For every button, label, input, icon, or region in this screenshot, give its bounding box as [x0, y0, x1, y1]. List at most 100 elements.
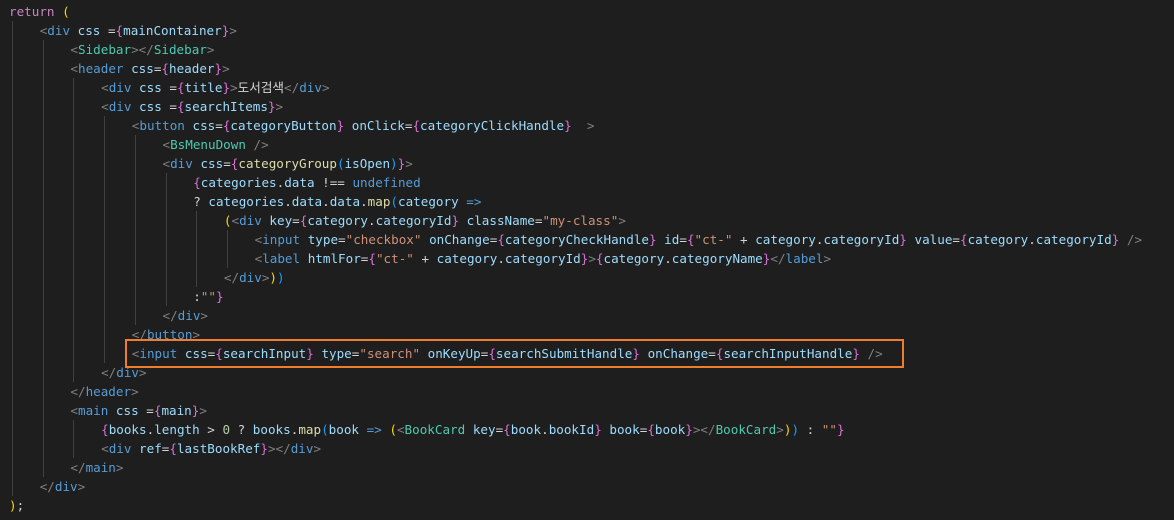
code-token: main — [161, 403, 192, 418]
code-token: : — [799, 422, 822, 437]
code-token: ></ — [267, 441, 291, 456]
code-token: label — [262, 251, 301, 266]
code-line: (<div key={category.categoryId} classNam… — [224, 211, 626, 230]
code-token: categories — [200, 175, 277, 190]
code-token: } — [685, 422, 693, 437]
code-token: css — [192, 118, 216, 133]
code-token: books — [108, 422, 147, 437]
code-token: 도서검색 — [237, 80, 285, 95]
code-token: categoryId — [504, 251, 581, 266]
code-token: div — [108, 441, 132, 456]
highlight-box — [125, 339, 904, 368]
code-token: onChange — [429, 232, 490, 247]
code-token: type — [307, 232, 339, 247]
code-token: BsMenuDown — [170, 137, 246, 152]
code-editor[interactable]: return (<div css ={mainContainer}> <Sideb… — [0, 0, 1174, 520]
code-token: < — [396, 422, 405, 437]
code-line: <div css ={searchItems}> — [101, 97, 283, 116]
code-line: <button css={categoryButton} onClick={ca… — [132, 116, 595, 135]
code-token: ) — [9, 498, 17, 513]
code-token: key — [472, 422, 496, 437]
code-token: < — [70, 61, 78, 76]
code-line: return ( — [9, 2, 70, 21]
code-token: < — [70, 42, 78, 57]
code-token: < — [101, 80, 109, 95]
code-token: id — [664, 232, 680, 247]
code-token: = — [679, 232, 687, 247]
code-token: } — [594, 422, 602, 437]
code-token: } — [564, 118, 572, 133]
code-token: { — [686, 232, 695, 247]
code-token: header — [169, 61, 215, 76]
code-token: div — [239, 270, 262, 285]
code-token: . — [360, 194, 368, 209]
code-token: = — [100, 23, 116, 38]
code-token: ) — [791, 422, 800, 437]
code-token: css — [131, 61, 154, 76]
code-token: + — [732, 232, 756, 247]
code-token: category — [307, 213, 369, 228]
code-token: button — [139, 118, 185, 133]
code-token: category — [398, 194, 459, 209]
code-token: < — [101, 99, 109, 114]
code-token: } — [215, 289, 224, 304]
code-token: > — [229, 23, 237, 38]
code-token: div — [108, 99, 132, 114]
code-token: ( — [390, 194, 398, 209]
code-token: < — [101, 441, 109, 456]
code-token: css — [139, 80, 162, 95]
code-token: categoryId — [375, 213, 452, 228]
code-token: div — [290, 441, 314, 456]
code-token: ( — [389, 422, 397, 437]
code-token: header — [77, 61, 124, 76]
code-token: main — [85, 460, 116, 475]
code-token: category — [755, 232, 816, 247]
code-token: categoryId — [823, 232, 900, 247]
code-token: ) — [277, 270, 285, 285]
code-token: ref — [139, 441, 162, 456]
code-token: css — [139, 99, 162, 114]
code-token: "" — [821, 422, 837, 437]
code-token: categoryGroup — [238, 156, 337, 171]
code-token: > — [618, 213, 626, 228]
code-token: css — [200, 156, 224, 171]
code-token: categoryButton — [230, 118, 337, 133]
code-token: className — [466, 213, 535, 228]
code-token: data — [291, 194, 323, 209]
code-token: </ — [70, 384, 86, 399]
code-token: < — [162, 156, 171, 171]
code-token: css — [77, 23, 101, 38]
code-token: > — [77, 479, 86, 494]
code-token: > — [131, 384, 139, 399]
code-token: ) — [269, 270, 277, 285]
code-token: => — [466, 194, 482, 209]
code-token: } — [260, 441, 268, 456]
code-token: { — [960, 232, 968, 247]
code-token: } — [267, 99, 276, 114]
code-token: categoryName — [671, 251, 763, 266]
code-token: } — [214, 61, 223, 76]
indent-guide — [73, 420, 75, 458]
code-token: > — [313, 441, 322, 456]
code-token: > — [405, 156, 413, 171]
code-token: div — [299, 80, 322, 95]
code-token: > — [206, 42, 215, 57]
code-token: ( — [62, 4, 70, 19]
code-token: > — [588, 251, 596, 266]
code-token: { — [101, 422, 109, 437]
code-token: = — [223, 156, 231, 171]
code-token: = — [161, 99, 177, 114]
code-line: ); — [9, 496, 24, 515]
code-token: category — [967, 232, 1029, 247]
code-token: . — [541, 422, 549, 437]
code-token: . — [1028, 232, 1036, 247]
code-token: category — [603, 251, 665, 266]
indent-guide — [104, 116, 106, 363]
code-token: + — [413, 251, 437, 266]
code-token: book — [654, 422, 686, 437]
code-token: = — [138, 403, 154, 418]
code-token: . — [284, 194, 292, 209]
